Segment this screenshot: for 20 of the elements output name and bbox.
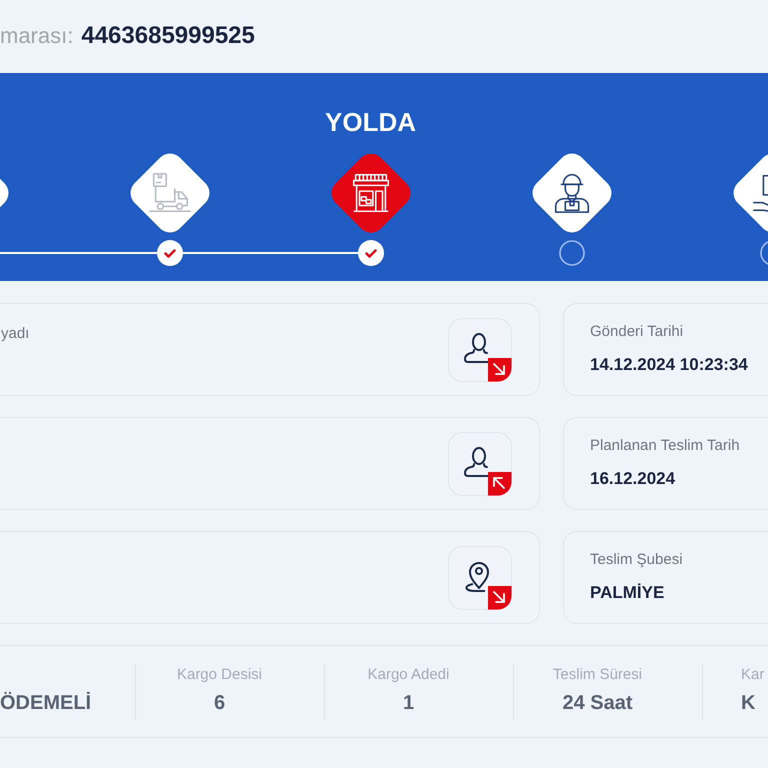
info-label: Planlanan Teslim Tarih xyxy=(590,436,740,456)
summary-value: K xyxy=(741,690,756,716)
tracking-number: 4463685999525 xyxy=(81,21,255,51)
summary-value: ÖDEMELİ xyxy=(0,690,92,716)
summary-label: Kar xyxy=(741,664,764,684)
info-value: 16.12.2024 xyxy=(590,468,676,490)
location-pin-icon xyxy=(448,546,512,610)
info-value: PALMİYE xyxy=(590,582,664,604)
status-title: YOLDA xyxy=(325,107,416,137)
summary-value: 6 xyxy=(214,690,226,716)
info-label: yadı xyxy=(1,325,30,342)
tracking-label: marası: xyxy=(0,22,74,50)
info-label: Gönderi Tarihi xyxy=(590,322,684,342)
summary-label: Teslim Süresi xyxy=(552,664,642,684)
summary-value: 1 xyxy=(402,690,414,716)
info-value: 14.12.2024 10:23:34 xyxy=(590,354,748,376)
summary-label: Kargo Desisi xyxy=(176,664,262,684)
summary-value: 24 Saat xyxy=(562,690,633,716)
info-label: Teslim Şubesi xyxy=(590,550,683,570)
summary-label: Kargo Adedi xyxy=(368,664,450,684)
